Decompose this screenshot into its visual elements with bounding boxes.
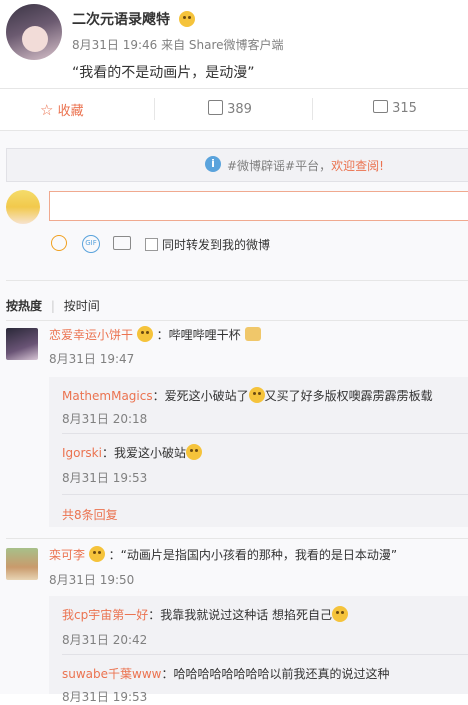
reply-text-cont: 又买了好多版权噢霹雳霹雳板载 [264, 389, 433, 403]
favorite-label: 收藏 [57, 104, 84, 119]
repost-icon [208, 100, 223, 115]
comment-button[interactable]: 315 [373, 100, 417, 116]
reply-time: 8月31日 20:42 [62, 633, 148, 647]
more-replies-link[interactable]: 共8条回复 [62, 506, 118, 523]
star-icon: ☆ [40, 101, 54, 119]
reply-user[interactable]: MathemMagics [62, 389, 153, 403]
image-picker-icon[interactable] [113, 236, 131, 250]
comment-user[interactable]: 栾可李 [49, 548, 85, 562]
post-text: “我看的不是动画片，是动漫” [72, 65, 255, 81]
reply-text: ：哈哈哈哈哈哈哈哈以前我还真的说过这种 [161, 667, 390, 681]
sort-by-hot[interactable]: 按热度 [6, 299, 42, 313]
rumor-notice: i #微博辟谣#平台，欢迎查阅! [6, 148, 468, 182]
repost-checkbox-label: 同时转发到我的微博 [162, 238, 271, 252]
comment-text: ：“动画片是指国内小孩看的那种，我看的是日本动漫” [108, 548, 398, 562]
emoji-picker-icon[interactable] [51, 235, 67, 251]
repost-count: 389 [227, 102, 252, 117]
comment-time: 8月31日 19:47 [49, 352, 135, 366]
notice-text: #微博辟谣#平台， [227, 159, 332, 173]
post-meta: 8月31日 19:46 来自 Share微博客户端 [72, 38, 284, 52]
reply-time: 8月31日 19:53 [62, 471, 148, 485]
sort-by-time[interactable]: 按时间 [64, 299, 100, 313]
info-icon: i [205, 156, 221, 172]
my-avatar [6, 190, 40, 224]
vip-badge-icon [178, 11, 195, 27]
favorite-button[interactable]: ☆ 收藏 [40, 100, 84, 119]
grimace-emoji-icon [332, 606, 349, 622]
reply-text: ：我爱这小破站 [101, 446, 186, 460]
comment-input[interactable] [49, 191, 468, 221]
scared-emoji-icon [185, 444, 202, 460]
reply-user[interactable]: Igorski [62, 446, 102, 460]
sort-separator: | [50, 299, 55, 313]
reply-text: ：爱死这小破站了 [152, 389, 249, 403]
notice-link[interactable]: 欢迎查阅! [331, 159, 384, 173]
vip-badge-icon [136, 326, 153, 342]
comment-avatar[interactable] [6, 328, 38, 360]
reply-user[interactable]: 我cp宇宙第一好 [62, 608, 148, 622]
vip-badge-icon [88, 546, 105, 562]
gif-picker-icon[interactable]: GIF [82, 235, 100, 253]
reply-time: 8月31日 20:18 [62, 412, 148, 426]
reply-list: MathemMagics：爱死这小破站了 又买了好多版权噢霹雳霹雳板载 8月31日… [49, 377, 468, 527]
cheers-sticker-icon [244, 327, 261, 341]
comment-time: 8月31日 19:50 [49, 573, 135, 587]
author-avatar[interactable] [6, 4, 62, 60]
grin-sweat-emoji-icon [248, 387, 265, 403]
repost-button[interactable]: 389 [208, 100, 252, 117]
reply-text: ：我靠我就说过这种话 想掐死自己 [148, 608, 333, 622]
comment-user[interactable]: 恋爱幸运小饼干 [49, 328, 133, 342]
comment-icon [373, 100, 388, 113]
author-name[interactable]: 二次元语录飕特 [72, 12, 170, 28]
comment-avatar[interactable] [6, 548, 38, 580]
repost-checkbox[interactable] [145, 238, 158, 251]
reply-user[interactable]: suwabe千葉www [62, 667, 161, 681]
comment-count: 315 [392, 101, 417, 116]
reply-list: 我cp宇宙第一好：我靠我就说过这种话 想掐死自己 8月31日 20:42 suw… [49, 596, 468, 704]
comment-text: ：哔哩哔哩干杯 [156, 328, 241, 342]
reply-time: 8月31日 19:53 [62, 690, 148, 704]
